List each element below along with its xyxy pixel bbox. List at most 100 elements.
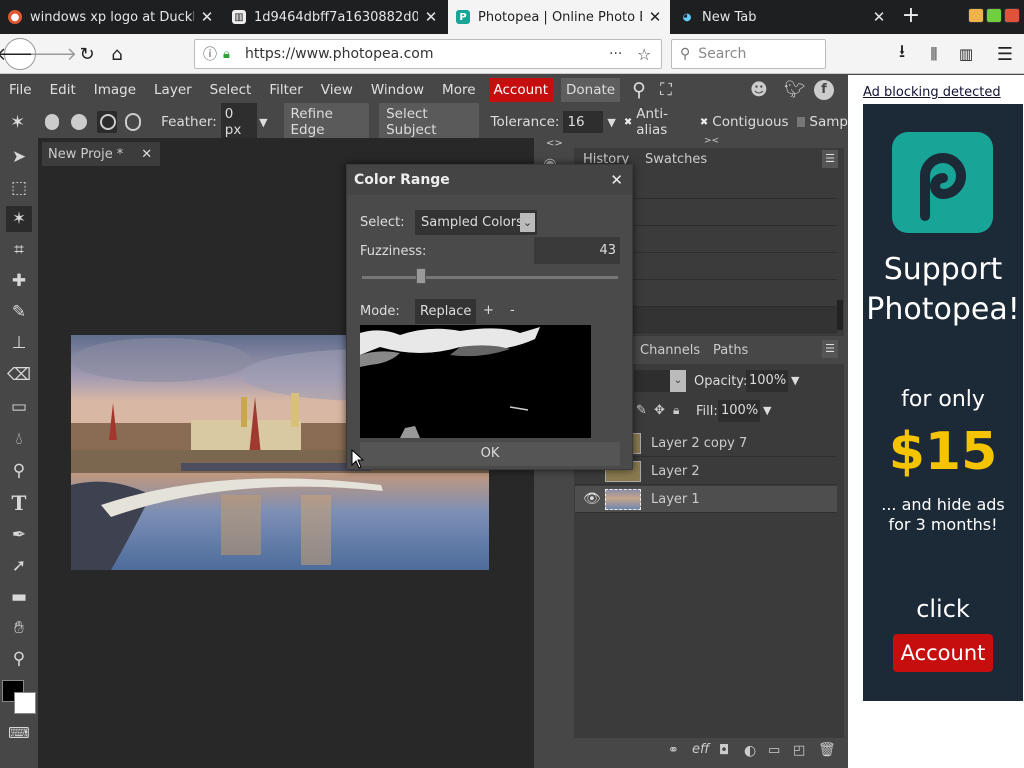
account-button[interactable]: Account [488, 78, 554, 102]
new-group-icon[interactable]: ▭ [768, 743, 780, 758]
donate-button[interactable]: Donate [561, 78, 621, 102]
feather-input[interactable]: 0 px [220, 103, 258, 141]
path-select-tool-icon[interactable]: ➚ [6, 553, 32, 579]
collapse-arrows-icon[interactable]: <> [546, 138, 563, 149]
photopea-ad[interactable]: Support Photopea! for only $15 ... and h… [863, 104, 1023, 701]
shape-tool-icon[interactable]: ▬ [6, 584, 32, 610]
menu-select[interactable]: Select [201, 78, 261, 102]
sidebar-icon[interactable]: ▥ [951, 39, 981, 69]
menu-layer[interactable]: Layer [145, 78, 201, 102]
marquee-tool-icon[interactable]: ⬚ [6, 175, 32, 201]
document-tab[interactable]: New Proje * ✕ [42, 142, 160, 166]
menu-view[interactable]: View [312, 78, 362, 102]
tolerance-input[interactable]: 16 [563, 111, 604, 133]
tab-close-icon[interactable]: ✕ [424, 8, 438, 26]
pen-tool-icon[interactable]: ✒ [6, 522, 32, 548]
hand-tool-icon[interactable]: ✋︎ [6, 615, 32, 641]
fill-input[interactable]: 100% [718, 400, 760, 422]
ad-blocking-link[interactable]: Ad blocking detected [863, 85, 1001, 100]
mode-replace-button[interactable]: Replace [415, 299, 477, 324]
browser-tab-newtab[interactable]: ◕ New Tab ✕ [672, 0, 894, 34]
new-tab-button[interactable]: + [898, 0, 924, 34]
browser-tab-duckduckgo[interactable]: ● windows xp logo at DuckDuckGo ✕ [0, 0, 222, 34]
fuzziness-slider-track[interactable] [362, 276, 618, 279]
facebook-icon[interactable]: f [814, 80, 834, 100]
page-actions-icon[interactable]: ··· [609, 46, 622, 62]
library-icon[interactable]: ⫼ [919, 39, 949, 69]
tab-swatches[interactable]: Swatches [645, 152, 707, 167]
sample-all-checkbox[interactable] [796, 117, 806, 127]
twitter-icon[interactable]: 🐦︎ [784, 80, 806, 100]
mode-add-button[interactable]: + [483, 303, 494, 318]
zoom-tool-icon[interactable]: ⚲ [6, 646, 32, 672]
mode-subtract-button[interactable]: - [510, 303, 515, 318]
maximize-button[interactable] [986, 8, 1002, 23]
move-tool-icon[interactable]: ➤ [6, 144, 32, 170]
reddit-icon[interactable]: ☻ [750, 80, 768, 100]
dialog-close-icon[interactable]: ✕ [610, 165, 623, 195]
menu-image[interactable]: Image [85, 78, 145, 102]
url-bar[interactable]: ⓘ 🔒︎ https://www.photopea.com ··· ☆ [194, 39, 662, 69]
panel-menu-icon[interactable]: ☰ [822, 150, 838, 168]
select-dropdown[interactable]: Sampled Colors ⌄ [415, 210, 537, 235]
intersect-selection-icon[interactable] [124, 113, 142, 131]
contiguous-checkbox[interactable]: ✖ [700, 117, 708, 128]
fuzziness-slider-handle[interactable] [416, 268, 426, 284]
downloads-icon[interactable]: ⭳ [887, 39, 917, 69]
type-tool-icon[interactable]: T [6, 490, 32, 516]
subtract-selection-icon[interactable] [97, 111, 117, 133]
feather-dropdown-icon[interactable]: ▼ [259, 116, 271, 129]
fuzziness-input[interactable]: 43 [534, 237, 620, 264]
background-color-swatch[interactable] [14, 692, 36, 714]
lock-position-icon[interactable]: ✥ [654, 403, 665, 418]
opacity-dropdown-icon[interactable]: ▼ [791, 374, 799, 387]
home-icon[interactable]: ⌂ [102, 39, 132, 69]
eraser-tool-icon[interactable]: ⌫ [6, 362, 32, 388]
new-layer-icon[interactable]: ◰ [793, 743, 805, 758]
blend-mode-select[interactable] [634, 370, 670, 392]
lock-all-icon[interactable]: 🔒︎ [673, 403, 679, 418]
url-text[interactable]: https://www.photopea.com [245, 46, 434, 62]
brush-tool-icon[interactable]: ✎ [6, 299, 32, 325]
tab-close-icon[interactable]: ✕ [200, 8, 214, 26]
browser-tab-file[interactable]: ▥ 1d9464dbff7a1630882d0e20 ✕ [224, 0, 446, 34]
menu-edit[interactable]: Edit [41, 78, 85, 102]
mask-icon[interactable]: ◘ [719, 743, 729, 758]
new-selection-icon[interactable] [45, 114, 60, 130]
ad-account-button[interactable]: Account [893, 634, 993, 672]
hamburger-menu-icon[interactable]: ☰ [990, 39, 1020, 69]
anti-alias-checkbox[interactable]: ✖ [624, 117, 632, 128]
add-selection-icon[interactable] [71, 114, 88, 130]
tab-close-icon[interactable]: ✕ [872, 8, 886, 26]
document-close-icon[interactable]: ✕ [141, 147, 152, 162]
delete-layer-icon[interactable]: 🗑︎ [818, 742, 836, 758]
menu-more[interactable]: More [433, 78, 484, 102]
visibility-eye-icon[interactable]: 👁︎ [583, 486, 601, 513]
menu-filter[interactable]: Filter [260, 78, 311, 102]
search-icon[interactable]: ⚲ [632, 79, 646, 101]
blend-mode-dropdown-icon[interactable]: ⌄ [670, 370, 686, 392]
effects-icon[interactable]: eff [692, 742, 709, 757]
ok-button[interactable]: OK [360, 442, 620, 466]
info-icon[interactable]: ⓘ [203, 44, 217, 64]
menu-file[interactable]: File [0, 78, 41, 102]
adjustment-layer-icon[interactable]: ◐ [744, 743, 756, 759]
bookmark-star-icon[interactable]: ☆ [637, 45, 651, 64]
search-input[interactable]: ⚲ Search [671, 39, 826, 69]
fill-dropdown-icon[interactable]: ▼ [763, 404, 771, 417]
refine-edge-button[interactable]: Refine Edge [283, 103, 370, 141]
stamp-tool-icon[interactable]: ⊥ [6, 330, 32, 356]
blur-tool-icon[interactable]: 💧︎ [6, 426, 32, 452]
tab-close-icon[interactable]: ✕ [648, 8, 662, 26]
fullscreen-icon[interactable]: ⛶ [660, 80, 672, 100]
keyboard-icon[interactable]: ⌨ [6, 720, 32, 746]
crop-tool-icon[interactable]: ⌗ [6, 237, 32, 263]
minimize-button[interactable] [968, 8, 984, 23]
browser-tab-photopea[interactable]: P Photopea | Online Photo Editor ✕ [448, 0, 670, 34]
layer-row-selected[interactable]: 👁︎ Layer 1 [575, 486, 837, 513]
collapse-arrows-icon[interactable]: >< [704, 136, 719, 146]
link-layers-icon[interactable]: ⚭ [668, 743, 679, 758]
select-subject-button[interactable]: Select Subject [379, 103, 479, 141]
tolerance-dropdown-icon[interactable]: ▼ [607, 116, 615, 129]
forward-button[interactable]: 🡒 [29, 39, 77, 69]
